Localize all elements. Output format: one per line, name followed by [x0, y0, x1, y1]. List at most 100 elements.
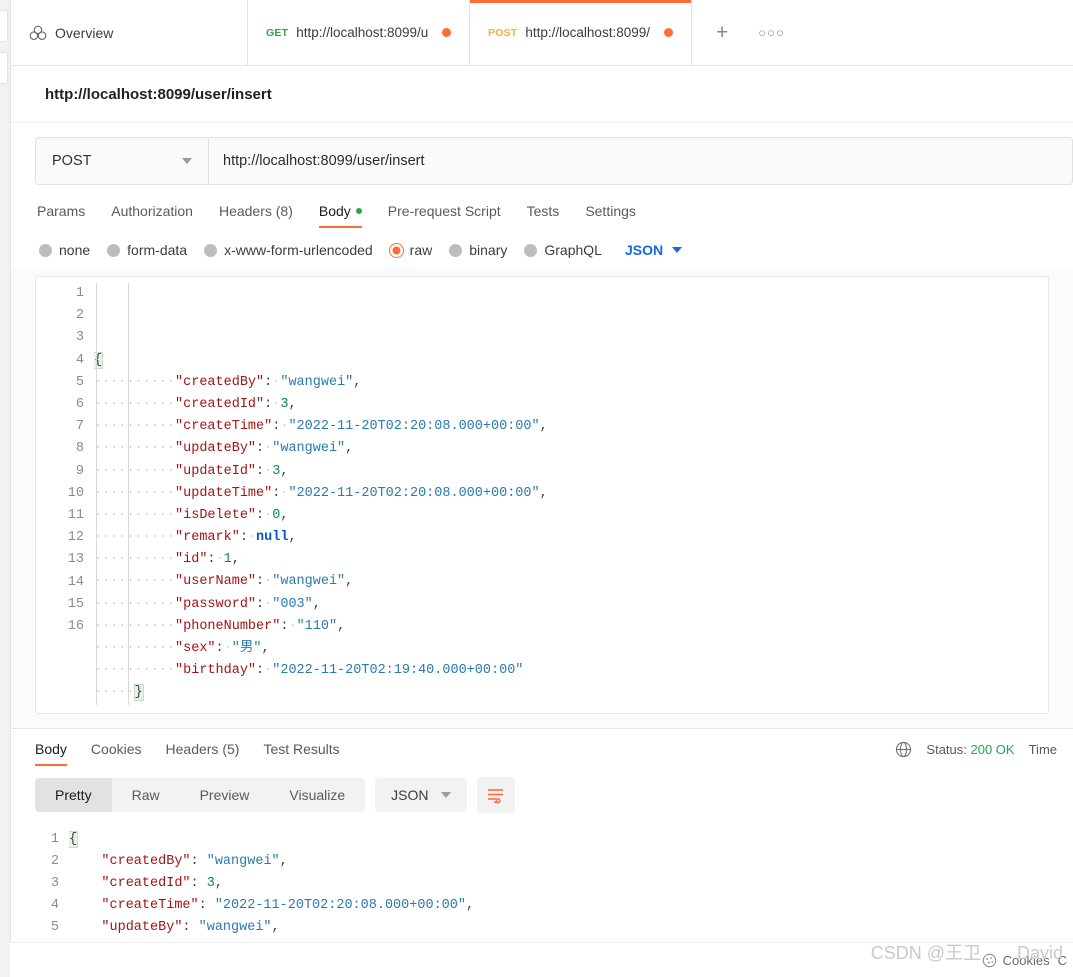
- request-body-editor[interactable]: 1 2 3 4 5 6 7 8 9 10 11 12 13 14 15 16 {··········"crea…: [35, 276, 1049, 714]
- new-tab-icon[interactable]: +: [708, 18, 736, 47]
- code-token: "男": [231, 641, 262, 657]
- response-tab-cookies[interactable]: Cookies: [91, 741, 142, 766]
- unsaved-indicator-icon: [664, 28, 673, 37]
- code-line: {: [69, 829, 1073, 851]
- code-token: ,: [280, 463, 289, 479]
- response-meta: Status: 200 OK Time: [895, 741, 1057, 767]
- wrap-lines-button[interactable]: [476, 776, 515, 813]
- view-mode-visualize[interactable]: Visualize: [269, 778, 365, 812]
- code-token: ,: [279, 853, 288, 869]
- code-token: ,: [353, 374, 362, 390]
- code-token: "wangwei": [272, 574, 346, 590]
- view-mode-raw[interactable]: Raw: [112, 778, 180, 812]
- line-number: 3: [75, 330, 84, 346]
- chevron-down-icon: [672, 247, 683, 253]
- code-token: "updateId": [175, 463, 257, 479]
- sidebar-stub-1[interactable]: [0, 10, 8, 42]
- main-column: Overview GET http://localhost:8099/u POS…: [11, 0, 1073, 977]
- body-type-graphql[interactable]: GraphQL: [524, 242, 602, 258]
- code-token: :: [198, 898, 215, 914]
- code-token: "wangwei": [280, 374, 354, 390]
- tab-url-label: http://localhost:8099/: [525, 25, 650, 40]
- code-token: :: [239, 530, 248, 546]
- code-line: ··········"phoneNumber":·"110",: [94, 618, 346, 634]
- code-token: :: [256, 663, 265, 679]
- body-type-form-data[interactable]: form-data: [107, 242, 187, 258]
- view-mode-preview[interactable]: Preview: [180, 778, 270, 812]
- response-tab-body[interactable]: Body: [35, 741, 67, 767]
- tab-url-label: http://localhost:8099/u: [296, 25, 429, 40]
- response-panel: Body Cookies Headers (5) Test Results St…: [11, 727, 1073, 977]
- time-label: Time: [1028, 741, 1057, 757]
- radio-icon: [204, 243, 218, 257]
- line-number: 7: [75, 419, 84, 435]
- code-token: "wangwei": [198, 920, 272, 936]
- code-line: ··········"updateId":·3,: [94, 463, 289, 479]
- code-token: "2022-11-20T02:20:08.000+00:00": [214, 898, 466, 914]
- body-type-binary[interactable]: binary: [449, 242, 507, 258]
- code-token: {: [94, 351, 104, 369]
- code-token: "updateBy": [101, 920, 183, 936]
- code-line: ··········"id":·1,: [94, 552, 240, 568]
- globe-icon[interactable]: [895, 741, 912, 758]
- tab-tests[interactable]: Tests: [527, 203, 560, 228]
- status-bar: Cookies C: [10, 942, 1073, 977]
- code-token: "2022-11-20T02:19:40.000+00:00": [272, 663, 524, 679]
- code-line: ··········"isDelete":·0,: [94, 507, 289, 523]
- code-token: "003": [272, 596, 313, 612]
- sidebar-stub-2[interactable]: [0, 52, 8, 84]
- tab-params[interactable]: Params: [37, 203, 85, 228]
- code-token: "wangwei": [272, 441, 346, 457]
- tab-more-options-icon[interactable]: ○○○: [750, 22, 793, 43]
- response-tabs: Body Cookies Headers (5) Test Results St…: [11, 729, 1073, 767]
- chevron-down-icon: [440, 791, 451, 798]
- code-token: ,: [288, 396, 297, 412]
- body-type-none[interactable]: none: [39, 242, 90, 258]
- code-token: :: [256, 441, 265, 457]
- code-token: "createdId": [101, 875, 191, 891]
- tab-settings[interactable]: Settings: [585, 203, 636, 228]
- response-tab-headers[interactable]: Headers (5): [166, 741, 240, 766]
- response-format-select[interactable]: JSON: [375, 777, 467, 812]
- line-number: 4: [75, 352, 84, 368]
- sidebar-collapsed-rail[interactable]: [0, 0, 11, 977]
- code-token: "password": [175, 596, 257, 612]
- editor-code[interactable]: {··········"createdBy":·"wangwei", ······…: [94, 277, 1048, 713]
- code-token: ,: [539, 485, 548, 501]
- body-type-raw[interactable]: raw: [389, 242, 432, 258]
- code-token: "updateBy": [175, 441, 257, 457]
- tab-body[interactable]: Body: [318, 203, 362, 228]
- code-line: ··········"userName":·"wangwei",: [94, 574, 354, 590]
- tab-overview[interactable]: Overview: [11, 0, 248, 65]
- body-present-indicator-icon: [355, 208, 362, 214]
- tab-label: Body: [35, 741, 67, 758]
- tab-request-post[interactable]: POST http://localhost:8099/: [470, 0, 692, 65]
- code-token: "remark": [175, 530, 240, 546]
- code-token: "createdId": [175, 396, 265, 412]
- body-type-urlencoded[interactable]: x-www-form-urlencoded: [204, 242, 373, 258]
- code-token: "2022-11-20T02:20:08.000+00:00": [288, 485, 540, 501]
- tab-headers[interactable]: Headers (8): [219, 203, 293, 228]
- cookies-button[interactable]: Cookies: [982, 953, 1050, 968]
- code-token: "createdBy": [175, 374, 265, 390]
- tab-request-get[interactable]: GET http://localhost:8099/u: [248, 0, 470, 65]
- radio-label: none: [59, 242, 91, 258]
- tab-pre-request-script[interactable]: Pre-request Script: [388, 203, 501, 228]
- tab-label: Headers (8): [218, 203, 293, 219]
- view-mode-pretty[interactable]: Pretty: [35, 777, 112, 812]
- view-mode-label: Preview: [199, 786, 250, 803]
- unsaved-indicator-icon: [442, 28, 451, 37]
- line-number: 12: [67, 530, 84, 546]
- code-line: "createdId": 3,: [69, 873, 1073, 895]
- code-line: ··········"birthday":·"2022-11-20T02:19:…: [94, 663, 524, 679]
- url-input[interactable]: http://localhost:8099/user/insert: [209, 138, 1072, 184]
- http-method-select[interactable]: POST: [36, 138, 209, 184]
- response-tab-test-results[interactable]: Test Results: [263, 741, 339, 766]
- radio-selected-icon: [389, 243, 403, 257]
- url-bar-container: POST http://localhost:8099/user/insert: [11, 123, 1073, 191]
- body-format-select[interactable]: JSON: [625, 242, 683, 258]
- tab-authorization[interactable]: Authorization: [111, 203, 193, 228]
- http-method-value: POST: [52, 153, 92, 169]
- code-token: {: [69, 830, 79, 848]
- response-format-value: JSON: [391, 786, 429, 803]
